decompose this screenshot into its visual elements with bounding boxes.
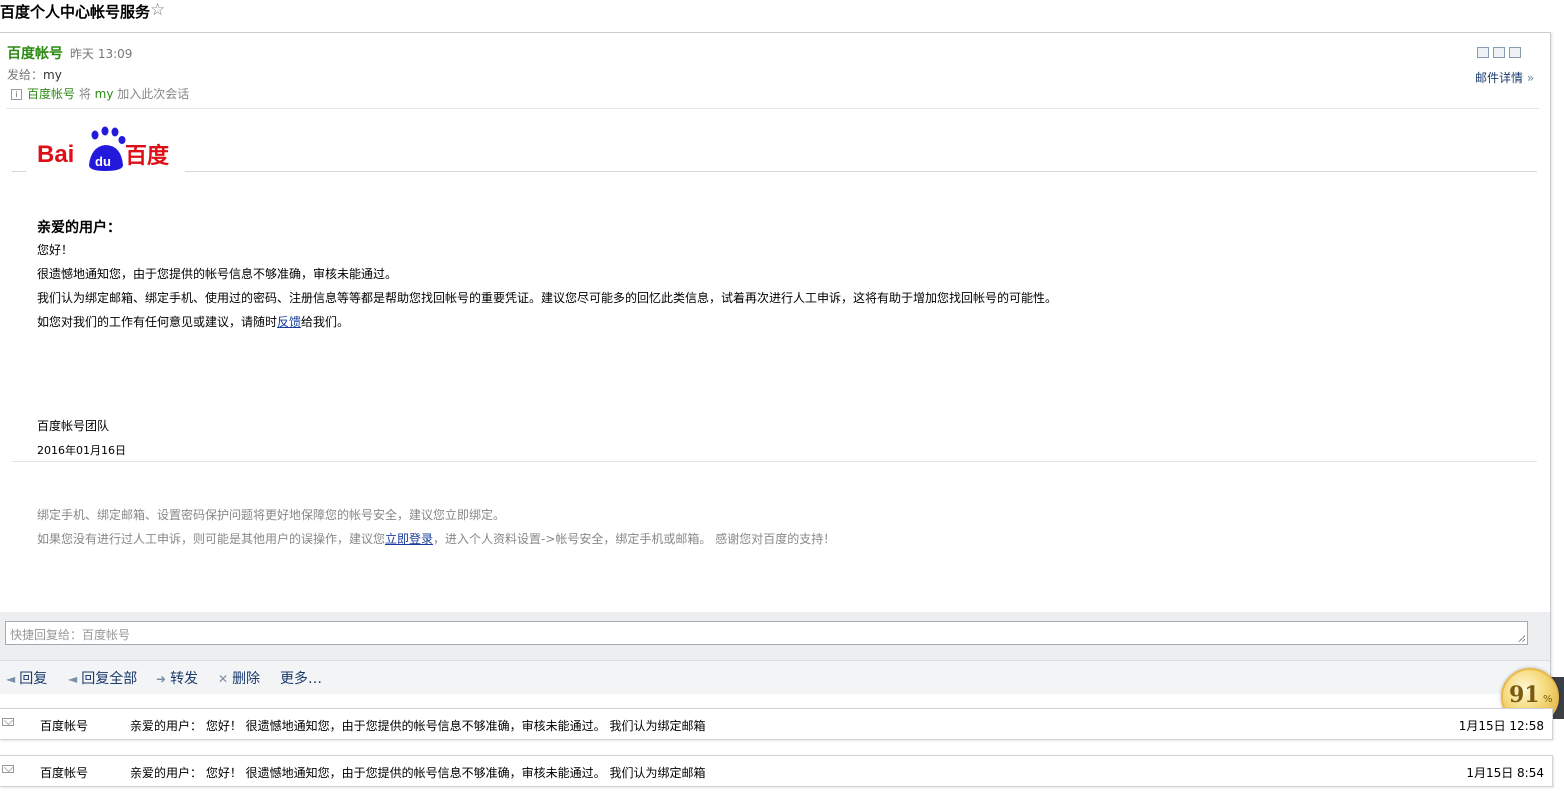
sender-name[interactable]: 百度帐号 [7,43,63,63]
feedback-link[interactable]: 反馈 [277,315,301,329]
footer-line-2: 如果您没有进行过人工申诉，则可能是其他用户的误操作，建议您立即登录，进入个人资料… [37,530,835,547]
logo-rule-right [185,171,1537,172]
header-divider [6,108,1539,109]
badge-value: 91 [1509,682,1540,708]
forward-label: 转发 [170,671,199,687]
recipient-line: 发给：my [7,66,62,83]
logo-du: du [95,154,111,169]
star-icon[interactable]: ☆ [150,0,165,20]
footer-line-2-pre: 如果您没有进行过人工申诉，则可能是其他用户的误操作，建议您 [37,532,386,546]
body-line-3-pre: 如您对我们的工作有任何意见或建议，请随时 [37,315,278,329]
envelope-icon [2,765,14,773]
quick-reply-placeholder: 快捷回复给：百度帐号 [10,628,131,642]
forward-button[interactable]: ➜ 转发 [156,668,198,688]
logo-bai: Bai [37,141,74,168]
mail-card: 百度帐号 昨天 13:09 发给：my i 百度帐号 将 my 加入此次会话 邮件… [0,32,1551,693]
thread-snippet: 亲爱的用户： 您好！ 很遗憾地通知您，由于您提供的帐号信息不够准确，审核未能通过… [130,766,706,780]
thread-sender: 百度帐号 [40,766,89,780]
greeting: 亲爱的用户： [37,220,121,236]
thread-time: 1月15日 12:58 [1458,719,1544,733]
paw-toe [118,136,126,144]
reply-all-icon: ◄ [68,672,78,686]
new-window-icon[interactable] [1509,47,1521,58]
reply-label: 回复 [19,671,48,687]
baidu-logo: Bai du 百度 [37,126,170,171]
join-sender[interactable]: 百度帐号 [27,87,75,101]
more-label: 更多… [280,671,322,687]
view-source-icon[interactable] [1477,47,1489,58]
footer-line-2-post: ，进入个人资料设置->帐号安全，绑定手机或邮箱。 感谢您对百度的支持！ [433,532,836,546]
paw-toe [111,127,119,137]
body-line-1: 很遗憾地通知您，由于您提供的帐号信息不够准确，审核未能通过。 [37,267,398,281]
join-notice: i 百度帐号 将 my 加入此次会话 [11,85,189,102]
hello-line: 您好！ [37,243,74,257]
thread-row[interactable]: 百度帐号 亲爱的用户： 您好！ 很遗憾地通知您，由于您提供的帐号信息不够准确，审… [0,708,1553,740]
thread-sender: 百度帐号 [40,719,89,733]
forward-icon: ➜ [156,672,167,686]
mail-details-label: 邮件详情 [1475,71,1524,85]
resize-grip-icon[interactable] [1518,635,1525,642]
body-line-3-post: 给我们。 [301,315,350,329]
info-icon: i [11,89,22,100]
chevron-down-icon: » [1526,71,1535,85]
mail-subject: 百度个人中心帐号服务 [0,3,151,21]
footer-line-1: 绑定手机、绑定邮箱、设置密码保护问题将更好地保障您的帐号安全，建议您立即绑定。 [37,508,506,522]
to-value[interactable]: my [43,68,62,82]
subject-bar: 百度个人中心帐号服务 ☆ [0,0,1564,24]
more-button[interactable]: 更多… [280,668,322,688]
signature-team: 百度帐号团队 [37,419,110,433]
action-bar: ◄ 回复 ◄ 回复全部 ➜ 转发 ✕ 删除 更多… [0,660,1550,693]
mail-time: 昨天 13:09 [70,47,133,61]
reply-icon: ◄ [6,672,16,686]
join-mid: 将 [75,87,95,101]
quick-reply-input[interactable]: 快捷回复给：百度帐号 [5,621,1528,645]
paw-toe [101,126,109,136]
print-icon[interactable] [1493,47,1505,58]
thread-row[interactable]: 百度帐号 亲爱的用户： 您好！ 很遗憾地通知您，由于您提供的帐号信息不够准确，审… [0,755,1553,787]
reply-all-button[interactable]: ◄ 回复全部 [68,668,137,688]
badge-unit: % [1543,694,1553,705]
logo-cn: 百度 [125,143,170,169]
logo-rule-left [12,171,26,172]
mail-tools [1477,43,1525,62]
mail-details-button[interactable]: 邮件详情 » [1475,69,1534,86]
login-link[interactable]: 立即登录 [385,532,433,546]
delete-label: 删除 [232,671,261,687]
delete-icon: ✕ [218,672,229,686]
body-line-2: 我们认为绑定邮箱、绑定手机、使用过的密码、注册信息等等都是帮助您找回帐号的重要凭… [37,291,1058,305]
thread-time: 1月15日 8:54 [1466,766,1544,780]
envelope-icon [2,718,14,726]
paw-toe [91,130,99,140]
body-line-3: 如您对我们的工作有任何意见或建议，请随时反馈给我们。 [37,313,349,330]
body-divider [12,461,1537,462]
reply-button[interactable]: ◄ 回复 [6,668,47,688]
signature-date: 2016年01月16日 [37,444,126,457]
delete-button[interactable]: ✕ 删除 [218,668,260,688]
reply-all-label: 回复全部 [81,671,138,687]
to-label: 发给： [7,68,44,82]
thread-snippet: 亲爱的用户： 您好！ 很遗憾地通知您，由于您提供的帐号信息不够准确，审核未能通过… [130,719,706,733]
join-user[interactable]: my [95,87,114,101]
join-suffix: 加入此次会话 [113,87,190,101]
